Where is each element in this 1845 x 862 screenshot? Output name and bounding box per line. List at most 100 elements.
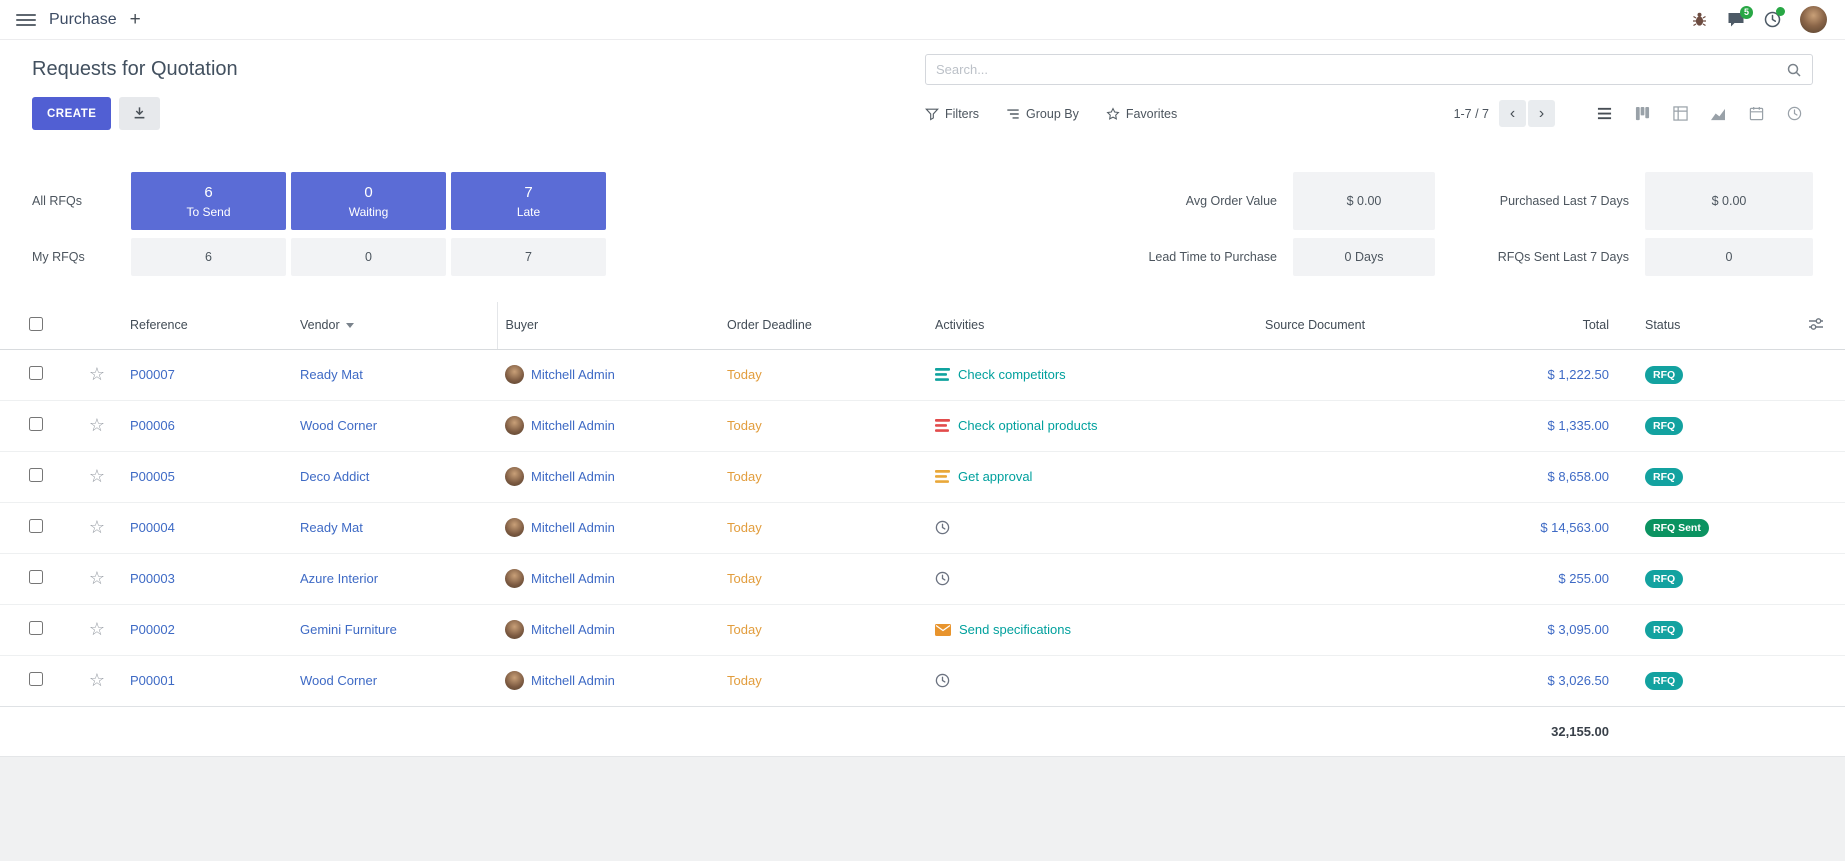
row-checkbox[interactable] (29, 417, 43, 431)
table-row[interactable]: ☆ P00002 Gemini Furniture Mitchell Admin… (0, 604, 1845, 655)
vendor-link[interactable]: Ready Mat (300, 367, 363, 382)
download-button[interactable] (119, 97, 160, 130)
search-input[interactable] (936, 62, 1786, 77)
row-checkbox[interactable] (29, 519, 43, 533)
graph-view-icon[interactable] (1699, 99, 1737, 129)
checklist-icon[interactable] (935, 470, 950, 483)
pager-range: 1-7 / 7 (1454, 107, 1489, 121)
col-header-order-deadline[interactable]: Order Deadline (719, 302, 927, 349)
reference-link[interactable]: P00002 (130, 622, 175, 637)
kanban-view-icon[interactable] (1623, 99, 1661, 129)
reference-link[interactable]: P00007 (130, 367, 175, 382)
my-to-send-count[interactable]: 6 (131, 238, 286, 276)
favorite-star-icon[interactable]: ☆ (89, 415, 105, 435)
tile-late[interactable]: 7 Late (451, 172, 606, 230)
vendor-link[interactable]: Azure Interior (300, 571, 378, 586)
reference-link[interactable]: P00005 (130, 469, 175, 484)
buyer-link[interactable]: Mitchell Admin (531, 673, 615, 688)
activity-label[interactable]: Check competitors (958, 367, 1066, 382)
bug-icon[interactable] (1691, 11, 1708, 28)
envelope-icon[interactable] (935, 624, 951, 636)
reference-link[interactable]: P00003 (130, 571, 175, 586)
my-late-count[interactable]: 7 (451, 238, 606, 276)
create-button[interactable]: CREATE (32, 97, 111, 130)
new-tab-plus-button[interactable]: + (130, 10, 141, 29)
buyer-link[interactable]: Mitchell Admin (531, 418, 615, 433)
search-icon[interactable] (1786, 62, 1802, 78)
table-row[interactable]: ☆ P00003 Azure Interior Mitchell Admin T… (0, 553, 1845, 604)
clock-icon[interactable] (935, 571, 950, 586)
buyer-avatar (505, 671, 524, 690)
col-header-status[interactable]: Status (1617, 302, 1786, 349)
table-row[interactable]: ☆ P00001 Wood Corner Mitchell Admin Toda… (0, 655, 1845, 706)
purchase-dashboard: All RFQs 6 To Send 0 Waiting 7 Late Avg … (0, 148, 1845, 302)
col-header-reference[interactable]: Reference (122, 302, 292, 349)
col-header-total[interactable]: Total (1422, 302, 1617, 349)
checklist-icon[interactable] (935, 368, 950, 381)
to-send-label: To Send (186, 205, 230, 219)
all-rfqs-filter[interactable]: All RFQs (32, 172, 131, 230)
table-row[interactable]: ☆ P00006 Wood Corner Mitchell Admin Toda… (0, 400, 1845, 451)
favorite-star-icon[interactable]: ☆ (89, 619, 105, 639)
vendor-link[interactable]: Ready Mat (300, 520, 363, 535)
vendor-link[interactable]: Deco Addict (300, 469, 369, 484)
user-avatar[interactable] (1800, 6, 1827, 33)
app-name[interactable]: Purchase (49, 11, 117, 29)
pivot-view-icon[interactable] (1661, 99, 1699, 129)
row-checkbox[interactable] (29, 672, 43, 686)
list-view-icon[interactable] (1585, 99, 1623, 129)
pager-next-button[interactable]: › (1528, 100, 1555, 127)
favorite-star-icon[interactable]: ☆ (89, 364, 105, 384)
vendor-link[interactable]: Wood Corner (300, 673, 377, 688)
buyer-link[interactable]: Mitchell Admin (531, 622, 615, 637)
apps-menu-icon[interactable] (16, 14, 36, 26)
favorite-star-icon[interactable]: ☆ (89, 466, 105, 486)
col-header-buyer[interactable]: Buyer (497, 302, 719, 349)
col-header-source-document[interactable]: Source Document (1257, 302, 1422, 349)
reference-link[interactable]: P00006 (130, 418, 175, 433)
row-checkbox[interactable] (29, 621, 43, 635)
select-all-checkbox[interactable] (29, 317, 43, 331)
my-rfqs-filter[interactable]: My RFQs (32, 238, 131, 276)
buyer-link[interactable]: Mitchell Admin (531, 367, 615, 382)
row-checkbox[interactable] (29, 366, 43, 380)
reference-link[interactable]: P00001 (130, 673, 175, 688)
column-options-icon[interactable] (1808, 317, 1824, 331)
vendor-link[interactable]: Gemini Furniture (300, 622, 397, 637)
clock-icon[interactable] (935, 520, 950, 535)
messages-icon[interactable]: 5 (1727, 12, 1745, 28)
vendor-link[interactable]: Wood Corner (300, 418, 377, 433)
buyer-link[interactable]: Mitchell Admin (531, 469, 615, 484)
group-by-icon (1006, 107, 1020, 121)
pager-previous-button[interactable]: ‹ (1499, 100, 1526, 127)
favorite-star-icon[interactable]: ☆ (89, 517, 105, 537)
row-checkbox[interactable] (29, 468, 43, 482)
search-bar[interactable] (925, 54, 1813, 85)
activity-label[interactable]: Check optional products (958, 418, 1097, 433)
buyer-link[interactable]: Mitchell Admin (531, 571, 615, 586)
activities-clock-icon[interactable] (1764, 11, 1781, 28)
col-header-vendor[interactable]: Vendor (292, 302, 497, 349)
activity-label[interactable]: Get approval (958, 469, 1032, 484)
favorites-button[interactable]: Favorites (1106, 107, 1177, 121)
buyer-link[interactable]: Mitchell Admin (531, 520, 615, 535)
table-row[interactable]: ☆ P00005 Deco Addict Mitchell Admin Toda… (0, 451, 1845, 502)
filters-button[interactable]: Filters (925, 107, 979, 121)
my-waiting-count[interactable]: 0 (291, 238, 446, 276)
table-row[interactable]: ☆ P00004 Ready Mat Mitchell Admin Today … (0, 502, 1845, 553)
activity-view-icon[interactable] (1775, 99, 1813, 129)
favorite-star-icon[interactable]: ☆ (89, 568, 105, 588)
late-label: Late (517, 205, 540, 219)
calendar-view-icon[interactable] (1737, 99, 1775, 129)
tile-waiting[interactable]: 0 Waiting (291, 172, 446, 230)
group-by-button[interactable]: Group By (1006, 107, 1079, 121)
favorite-star-icon[interactable]: ☆ (89, 670, 105, 690)
col-header-activities[interactable]: Activities (927, 302, 1257, 349)
tile-to-send[interactable]: 6 To Send (131, 172, 286, 230)
table-row[interactable]: ☆ P00007 Ready Mat Mitchell Admin Today … (0, 349, 1845, 400)
clock-icon[interactable] (935, 673, 950, 688)
activity-label[interactable]: Send specifications (959, 622, 1071, 637)
checklist-icon[interactable] (935, 419, 950, 432)
reference-link[interactable]: P00004 (130, 520, 175, 535)
row-checkbox[interactable] (29, 570, 43, 584)
